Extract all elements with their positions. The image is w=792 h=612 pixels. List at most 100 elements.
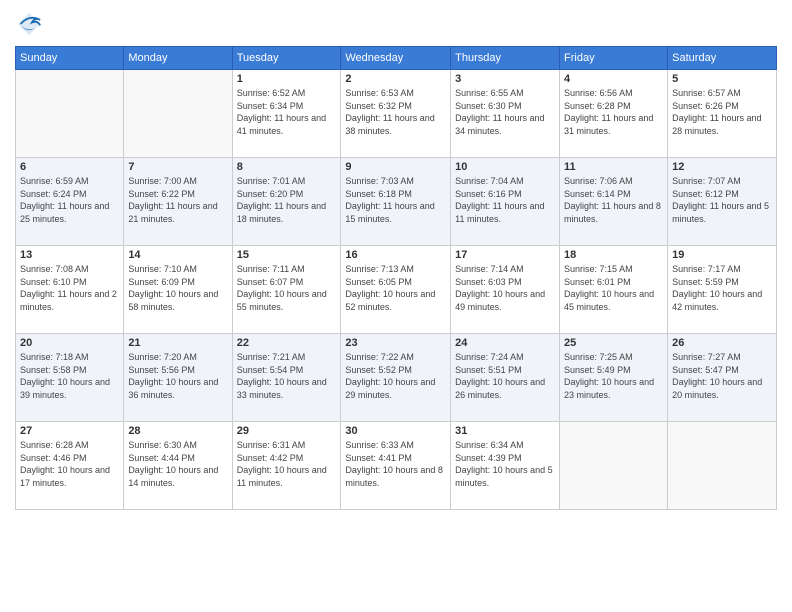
calendar-day-cell: 11 Sunrise: 7:06 AM Sunset: 6:14 PM Dayli… (560, 158, 668, 246)
calendar-day-cell: 29 Sunrise: 6:31 AM Sunset: 4:42 PM Dayli… (232, 422, 341, 510)
calendar-day-cell: 9 Sunrise: 7:03 AM Sunset: 6:18 PM Daylig… (341, 158, 451, 246)
day-info: Sunrise: 6:53 AM Sunset: 6:32 PM Dayligh… (345, 87, 446, 137)
weekday-header: Sunday (16, 47, 124, 70)
calendar-week-row: 27 Sunrise: 6:28 AM Sunset: 4:46 PM Dayli… (16, 422, 777, 510)
day-info: Sunrise: 7:06 AM Sunset: 6:14 PM Dayligh… (564, 175, 663, 225)
day-info: Sunrise: 7:15 AM Sunset: 6:01 PM Dayligh… (564, 263, 663, 313)
calendar-day-cell: 23Sunrise: 7:22 AM Sunset: 5:52 PM Dayli… (341, 334, 451, 422)
calendar-day-cell: 25 Sunrise: 7:25 AM Sunset: 5:49 PM Dayli… (560, 334, 668, 422)
calendar-day-cell: 13 Sunrise: 7:08 AM Sunset: 6:10 PM Dayli… (16, 246, 124, 334)
logo (15, 10, 47, 38)
day-number: 1 (237, 73, 337, 85)
day-info: Sunrise: 7:17 AM Sunset: 5:59 PM Dayligh… (672, 263, 772, 313)
calendar-day-cell (668, 422, 777, 510)
day-number: 31 (455, 425, 555, 437)
calendar-day-cell: 4 Sunrise: 6:56 AM Sunset: 6:28 PM Daylig… (560, 70, 668, 158)
day-info: Sunrise: 7:25 AM Sunset: 5:49 PM Dayligh… (564, 351, 663, 401)
day-info: Sunrise: 7:01 AM Sunset: 6:20 PM Dayligh… (237, 175, 337, 225)
calendar-day-cell: 24 Sunrise: 7:24 AM Sunset: 5:51 PM Dayli… (451, 334, 560, 422)
day-number: 13 (20, 249, 119, 261)
day-number: 15 (237, 249, 337, 261)
day-info: Sunrise: 7:08 AM Sunset: 6:10 PM Dayligh… (20, 263, 119, 313)
calendar-day-cell: 27 Sunrise: 6:28 AM Sunset: 4:46 PM Dayli… (16, 422, 124, 510)
day-info: Sunrise: 7:07 AM Sunset: 6:12 PM Dayligh… (672, 175, 772, 225)
calendar-day-cell: 6 Sunrise: 6:59 AM Sunset: 6:24 PM Daylig… (16, 158, 124, 246)
weekday-header: Tuesday (232, 47, 341, 70)
day-number: 22 (237, 337, 337, 349)
day-info: Sunrise: 6:30 AM Sunset: 4:44 PM Dayligh… (128, 439, 227, 489)
day-number: 16 (345, 249, 446, 261)
day-info: Sunrise: 7:20 AM Sunset: 5:56 PM Dayligh… (128, 351, 227, 401)
calendar-day-cell: 30Sunrise: 6:33 AM Sunset: 4:41 PM Dayli… (341, 422, 451, 510)
day-number: 26 (672, 337, 772, 349)
day-info: Sunrise: 6:52 AM Sunset: 6:34 PM Dayligh… (237, 87, 337, 137)
calendar-day-cell: 20 Sunrise: 7:18 AM Sunset: 5:58 PM Dayli… (16, 334, 124, 422)
calendar-day-cell: 3 Sunrise: 6:55 AM Sunset: 6:30 PM Daylig… (451, 70, 560, 158)
day-info: Sunrise: 6:55 AM Sunset: 6:30 PM Dayligh… (455, 87, 555, 137)
day-info: Sunrise: 7:14 AM Sunset: 6:03 PM Dayligh… (455, 263, 555, 313)
day-info: Sunrise: 7:11 AM Sunset: 6:07 PM Dayligh… (237, 263, 337, 313)
calendar-day-cell: 7 Sunrise: 7:00 AM Sunset: 6:22 PM Daylig… (124, 158, 232, 246)
calendar-week-row: 1 Sunrise: 6:52 AM Sunset: 6:34 PM Daylig… (16, 70, 777, 158)
day-number: 10 (455, 161, 555, 173)
calendar-day-cell: 26 Sunrise: 7:27 AM Sunset: 5:47 PM Dayli… (668, 334, 777, 422)
day-number: 2 (345, 73, 446, 85)
calendar-day-cell: 21 Sunrise: 7:20 AM Sunset: 5:56 PM Dayli… (124, 334, 232, 422)
calendar-header-row: SundayMondayTuesdayWednesdayThursdayFrid… (16, 47, 777, 70)
calendar-day-cell: 10 Sunrise: 7:04 AM Sunset: 6:16 PM Dayli… (451, 158, 560, 246)
day-number: 30 (345, 425, 446, 437)
day-number: 24 (455, 337, 555, 349)
day-info: Sunrise: 7:00 AM Sunset: 6:22 PM Dayligh… (128, 175, 227, 225)
calendar-day-cell: 14 Sunrise: 7:10 AM Sunset: 6:09 PM Dayli… (124, 246, 232, 334)
day-info: Sunrise: 6:28 AM Sunset: 4:46 PM Dayligh… (20, 439, 119, 489)
day-number: 25 (564, 337, 663, 349)
weekday-header: Monday (124, 47, 232, 70)
day-info: Sunrise: 6:31 AM Sunset: 4:42 PM Dayligh… (237, 439, 337, 489)
day-number: 6 (20, 161, 119, 173)
day-number: 8 (237, 161, 337, 173)
calendar-day-cell: 2 Sunrise: 6:53 AM Sunset: 6:32 PM Daylig… (341, 70, 451, 158)
weekday-header: Friday (560, 47, 668, 70)
day-number: 20 (20, 337, 119, 349)
day-number: 9 (345, 161, 446, 173)
calendar-day-cell: 1 Sunrise: 6:52 AM Sunset: 6:34 PM Daylig… (232, 70, 341, 158)
day-number: 29 (237, 425, 337, 437)
day-info: Sunrise: 7:27 AM Sunset: 5:47 PM Dayligh… (672, 351, 772, 401)
day-number: 11 (564, 161, 663, 173)
calendar-day-cell: 22Sunrise: 7:21 AM Sunset: 5:54 PM Dayli… (232, 334, 341, 422)
weekday-header: Wednesday (341, 47, 451, 70)
day-number: 12 (672, 161, 772, 173)
day-info: Sunrise: 7:10 AM Sunset: 6:09 PM Dayligh… (128, 263, 227, 313)
day-number: 4 (564, 73, 663, 85)
page-container: SundayMondayTuesdayWednesdayThursdayFrid… (0, 0, 792, 612)
calendar-day-cell (560, 422, 668, 510)
day-info: Sunrise: 7:24 AM Sunset: 5:51 PM Dayligh… (455, 351, 555, 401)
day-info: Sunrise: 6:57 AM Sunset: 6:26 PM Dayligh… (672, 87, 772, 137)
day-info: Sunrise: 7:03 AM Sunset: 6:18 PM Dayligh… (345, 175, 446, 225)
calendar-day-cell: 16Sunrise: 7:13 AM Sunset: 6:05 PM Dayli… (341, 246, 451, 334)
header (15, 10, 777, 38)
calendar-week-row: 20 Sunrise: 7:18 AM Sunset: 5:58 PM Dayli… (16, 334, 777, 422)
calendar-day-cell: 12 Sunrise: 7:07 AM Sunset: 6:12 PM Dayli… (668, 158, 777, 246)
day-number: 7 (128, 161, 227, 173)
day-info: Sunrise: 7:04 AM Sunset: 6:16 PM Dayligh… (455, 175, 555, 225)
logo-icon (15, 10, 43, 38)
day-number: 21 (128, 337, 227, 349)
calendar-day-cell (124, 70, 232, 158)
calendar-day-cell: 8 Sunrise: 7:01 AM Sunset: 6:20 PM Daylig… (232, 158, 341, 246)
day-number: 5 (672, 73, 772, 85)
day-number: 27 (20, 425, 119, 437)
calendar-table: SundayMondayTuesdayWednesdayThursdayFrid… (15, 46, 777, 510)
calendar-day-cell: 15 Sunrise: 7:11 AM Sunset: 6:07 PM Dayli… (232, 246, 341, 334)
calendar-week-row: 6 Sunrise: 6:59 AM Sunset: 6:24 PM Daylig… (16, 158, 777, 246)
calendar-day-cell: 5 Sunrise: 6:57 AM Sunset: 6:26 PM Daylig… (668, 70, 777, 158)
day-number: 17 (455, 249, 555, 261)
day-info: Sunrise: 7:18 AM Sunset: 5:58 PM Dayligh… (20, 351, 119, 401)
day-info: Sunrise: 6:34 AM Sunset: 4:39 PM Dayligh… (455, 439, 555, 489)
day-info: Sunrise: 6:56 AM Sunset: 6:28 PM Dayligh… (564, 87, 663, 137)
day-number: 3 (455, 73, 555, 85)
day-number: 14 (128, 249, 227, 261)
weekday-header: Saturday (668, 47, 777, 70)
calendar-day-cell: 18Sunrise: 7:15 AM Sunset: 6:01 PM Dayli… (560, 246, 668, 334)
day-info: Sunrise: 6:59 AM Sunset: 6:24 PM Dayligh… (20, 175, 119, 225)
